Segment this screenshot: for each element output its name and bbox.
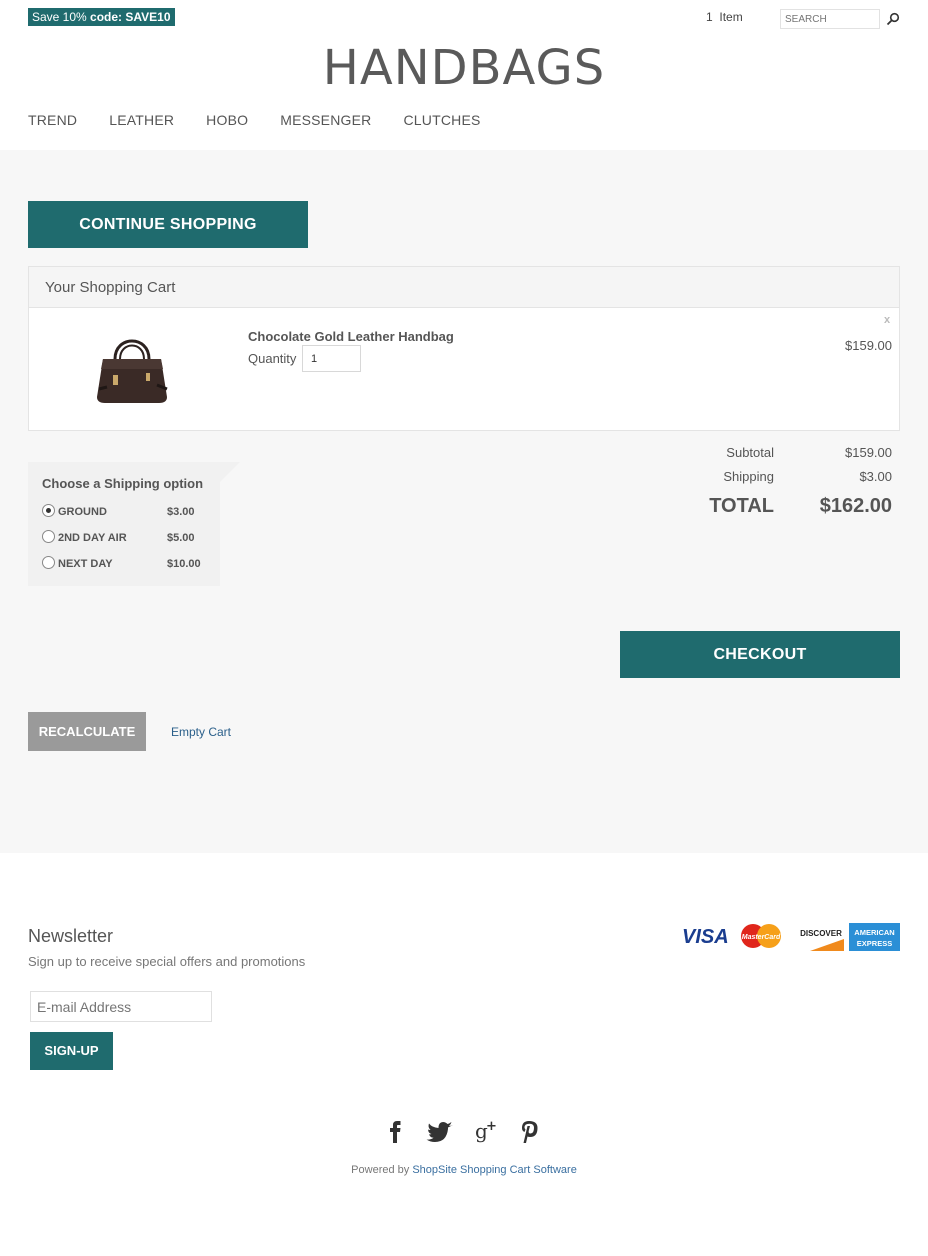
cart-title: Your Shopping Cart: [29, 267, 899, 308]
brand-text: HANDBAGS: [322, 40, 606, 96]
shipping-option-label: GROUND: [58, 506, 107, 518]
shipping-option-label: NEXT DAY: [58, 558, 113, 570]
order-totals: Subtotal $159.00 Shipping $3.00 TOTAL $162.…: [632, 440, 892, 524]
facebook-icon[interactable]: [390, 1121, 401, 1143]
main-nav: TREND LEATHER HOBO MESSENGER CLUTCHES: [28, 112, 513, 128]
svg-text:VISA: VISA: [682, 926, 729, 948]
nav-item-leather[interactable]: LEATHER: [109, 112, 174, 128]
total-row: TOTAL $162.00: [632, 488, 892, 524]
shipping-option-price: $5.00: [167, 532, 195, 544]
subtotal-label: Subtotal: [726, 444, 774, 460]
shipping-option-price: $10.00: [167, 558, 201, 570]
nav-item-hobo[interactable]: HOBO: [206, 112, 248, 128]
total-value: $162.00: [819, 494, 892, 517]
cart-page: CONTINUE SHOPPING Your Shopping Cart Cho…: [0, 150, 928, 853]
recalculate-button[interactable]: RECALCULATE: [28, 712, 146, 751]
pinterest-icon[interactable]: [522, 1121, 538, 1143]
powered-prefix: Powered by: [351, 1164, 413, 1176]
svg-text:+: +: [486, 1119, 497, 1134]
site-header: Save 10% code: SAVE10 1 Item HANDBAGS TR…: [0, 0, 928, 150]
shipping-value: $3.00: [859, 468, 892, 484]
svg-text:MasterCard: MasterCard: [742, 934, 781, 941]
promo-banner[interactable]: Save 10% code: SAVE10: [28, 8, 175, 26]
shipping-label: Shipping: [723, 468, 774, 484]
shipping-options-panel: Choose a Shipping option GROUND $3.00 2N…: [28, 462, 220, 586]
shopping-cart-panel: Your Shopping Cart Chocolate Gold Leathe…: [28, 266, 900, 431]
twitter-icon[interactable]: [426, 1122, 454, 1142]
radio-button[interactable]: [42, 556, 55, 569]
quantity-label: Quantity: [248, 351, 297, 366]
shipping-option-label: 2ND DAY AIR: [58, 532, 127, 544]
shipping-option-ground[interactable]: GROUND $3.00: [42, 504, 212, 520]
checkout-button[interactable]: CHECKOUT: [620, 631, 900, 678]
email-field[interactable]: [30, 991, 212, 1022]
shipping-option-price: $3.00: [167, 506, 195, 518]
newsletter-title: Newsletter: [28, 926, 114, 946]
brand-logo[interactable]: HANDBAGS: [0, 40, 928, 96]
svg-text:DISCOVER: DISCOVER: [800, 929, 842, 938]
subtotal-value: $159.00: [845, 444, 892, 460]
google-plus-icon[interactable]: g +: [475, 1119, 497, 1143]
newsletter-subtitle: Sign up to receive special offers and pr…: [28, 954, 306, 969]
nav-item-clutches[interactable]: CLUTCHES: [403, 112, 480, 128]
powered-by-link[interactable]: ShopSite Shopping Cart Software: [412, 1164, 577, 1176]
discover-icon: DISCOVER: [798, 923, 844, 951]
promo-label: Save 10%: [32, 10, 91, 24]
continue-shopping-button[interactable]: CONTINUE SHOPPING: [28, 201, 308, 248]
shipping-title: Choose a Shipping option: [42, 476, 204, 491]
search-icon[interactable]: [886, 12, 900, 26]
shipping-panel-notch: [220, 462, 240, 482]
payment-cards: VISA MasterCard DISCOVER AMERICAN EXPRES…: [682, 923, 900, 951]
visa-icon: VISA: [682, 926, 729, 948]
cart-count-label: Item: [719, 10, 743, 24]
site-footer: Newsletter Sign up to receive special of…: [0, 853, 928, 1256]
promo-code: SAVE10: [125, 10, 171, 24]
radio-button[interactable]: [42, 530, 55, 543]
product-name[interactable]: Chocolate Gold Leather Handbag: [248, 329, 454, 344]
social-links: g +: [390, 1119, 538, 1143]
quantity-input[interactable]: [302, 345, 361, 372]
search-input[interactable]: [780, 9, 880, 29]
signup-button[interactable]: SIGN-UP: [30, 1032, 113, 1070]
shipping-option-next-day[interactable]: NEXT DAY $10.00: [42, 556, 212, 572]
empty-cart-link[interactable]: Empty Cart: [171, 725, 231, 739]
remove-item-button[interactable]: x: [884, 314, 890, 326]
cart-count: 1: [706, 10, 713, 24]
nav-item-messenger[interactable]: MESSENGER: [280, 112, 371, 128]
american-express-icon: AMERICAN EXPRESS: [849, 923, 900, 951]
cart-count-link[interactable]: 1 Item: [706, 10, 743, 24]
total-label: TOTAL: [709, 494, 774, 517]
radio-button[interactable]: [42, 504, 55, 517]
shipping-option-2nd-day-air[interactable]: 2ND DAY AIR $5.00: [42, 530, 212, 546]
svg-text:EXPRESS: EXPRESS: [857, 939, 892, 948]
shipping-row: Shipping $3.00: [632, 464, 892, 488]
item-price: $159.00: [845, 338, 892, 353]
mastercard-icon: MasterCard: [741, 924, 781, 948]
nav-item-trend[interactable]: TREND: [28, 112, 77, 128]
promo-code-prefix: code:: [90, 10, 126, 24]
svg-text:AMERICAN: AMERICAN: [854, 928, 894, 937]
powered-by: Powered by ShopSite Shopping Cart Softwa…: [0, 1164, 928, 1176]
product-image[interactable]: [93, 329, 171, 405]
subtotal-row: Subtotal $159.00: [632, 440, 892, 464]
